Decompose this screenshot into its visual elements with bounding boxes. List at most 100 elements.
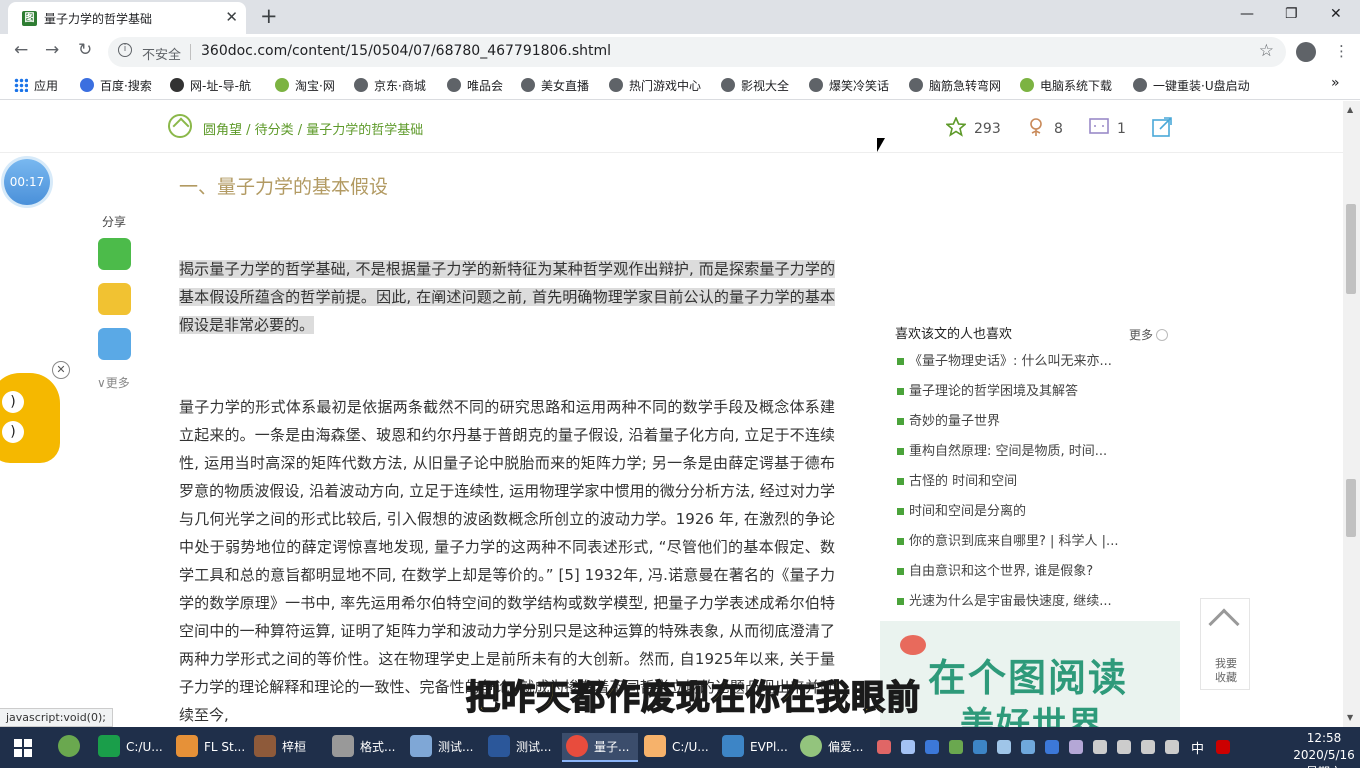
app-icon: [800, 735, 822, 757]
bookmark-reinstall[interactable]: 一键重装·U盘启动: [1133, 77, 1250, 94]
article-paragraph: 揭示量子力学的哲学基础, 不是根据量子力学的新特征为某种哲学观作出辩护, 而是探…: [179, 260, 835, 334]
taskbar-app[interactable]: 测试...: [488, 733, 551, 762]
tab-close-icon[interactable]: ✕: [225, 8, 238, 26]
qq-share-icon[interactable]: [98, 328, 131, 360]
bookmark-baidu[interactable]: 百度·搜索: [80, 77, 152, 94]
bookmark-vip[interactable]: 唯品会: [447, 77, 503, 94]
bookmark-riddles[interactable]: 脑筋急转弯网: [909, 77, 1001, 94]
taskbar-app[interactable]: FL St...: [176, 733, 245, 762]
new-tab-icon[interactable]: +: [260, 4, 278, 28]
taskbar-app-chrome[interactable]: 量子...: [562, 733, 638, 762]
network-icon[interactable]: [1141, 740, 1155, 754]
reload-icon[interactable]: ↻: [78, 40, 92, 60]
taskbar-app[interactable]: 格式...: [332, 733, 395, 762]
related-item[interactable]: 《量子物理史话》: 什么叫无来亦...: [895, 348, 1170, 378]
related-item[interactable]: 自由意识和这个世界, 谁是假象?: [895, 558, 1170, 588]
sogou-icon[interactable]: [1216, 740, 1230, 754]
tray-icon[interactable]: [1021, 740, 1035, 754]
notification-icon[interactable]: [1165, 740, 1179, 754]
related-item[interactable]: 量子理论的哲学困境及其解答: [895, 378, 1170, 408]
taskbar-app[interactable]: 测试...: [410, 733, 473, 762]
taskbar-app[interactable]: C:/U...: [644, 733, 709, 762]
profile-avatar-icon[interactable]: [1296, 42, 1316, 62]
menu-dots-icon[interactable]: ⋮: [1334, 42, 1349, 60]
bookmarks-bar: 应用 百度·搜索 网-址-导-航 淘宝·网 京东·商城 唯品会 美女直播 热门游…: [0, 70, 1360, 100]
related-item[interactable]: 你的意识到底来自哪里? | 科学人 |...: [895, 528, 1170, 558]
ime-indicator[interactable]: 中: [1191, 738, 1204, 757]
related-more-link[interactable]: 更多: [1129, 326, 1169, 343]
bookmarks-overflow-icon[interactable]: »: [1331, 75, 1340, 91]
restore-icon[interactable]: ❐: [1285, 6, 1298, 22]
ad-text: 在个图阅读: [928, 656, 1129, 700]
web-page: 圆角望 / 待分类 / 量子力学的哲学基础 293 8 1 00:17 分享 ∨…: [0, 101, 1343, 727]
globe-icon: [447, 78, 461, 92]
volume-icon[interactable]: [1093, 740, 1107, 754]
scroll-down-icon[interactable]: ▼: [1347, 713, 1353, 722]
comment-icon: [1089, 118, 1109, 134]
share-more-link[interactable]: ∨更多: [97, 374, 130, 391]
home-icon[interactable]: [168, 114, 192, 138]
bookmark-nav[interactable]: 网-址-导-航: [170, 77, 251, 94]
favorites-stat[interactable]: 293: [946, 117, 1001, 137]
page-scrollbar[interactable]: ▲ ▼: [1343, 101, 1360, 727]
apps-grid-icon: [14, 78, 28, 92]
taskbar-app[interactable]: 梓桓: [254, 733, 306, 762]
minimize-icon[interactable]: —: [1240, 6, 1254, 22]
reading-timer[interactable]: 00:17: [4, 159, 50, 205]
tray-icon[interactable]: [949, 740, 963, 754]
globe-icon: [721, 78, 735, 92]
shield-icon[interactable]: [1045, 740, 1059, 754]
mascot-widget[interactable]: ) ): [0, 373, 60, 463]
bookmark-video[interactable]: 影视大全: [721, 77, 789, 94]
breadcrumb[interactable]: 圆角望 / 待分类 / 量子力学的哲学基础: [203, 119, 423, 138]
ad-text: 美好世界: [960, 705, 1104, 727]
tray-icon[interactable]: [997, 740, 1011, 754]
taskbar-app[interactable]: 偏爱...: [800, 733, 863, 762]
globe-icon: [354, 78, 368, 92]
bookmark-taobao[interactable]: 淘宝·网: [275, 77, 335, 94]
bookmark-jokes[interactable]: 爆笑冷笑话: [809, 77, 889, 94]
scroll-up-icon[interactable]: ▲: [1347, 105, 1353, 114]
comments-stat[interactable]: 1: [1089, 117, 1126, 137]
back-icon[interactable]: ←: [14, 40, 28, 60]
taskbar-settings-icon[interactable]: [58, 733, 86, 762]
tray-icon[interactable]: [925, 740, 939, 754]
share-out-icon[interactable]: [1152, 117, 1180, 137]
tray-icon[interactable]: [1069, 740, 1083, 754]
bookmark-games[interactable]: 热门游戏中心: [609, 77, 701, 94]
tray-icon[interactable]: [973, 740, 987, 754]
related-item[interactable]: 古怪的 时间和空间: [895, 468, 1170, 498]
bookmark-system[interactable]: 电脑系统下载: [1020, 77, 1112, 94]
mascot-close-icon[interactable]: ✕: [52, 361, 70, 379]
insecure-label: 不安全: [142, 48, 182, 63]
flowers-stat[interactable]: 8: [1026, 117, 1063, 137]
windows-start-icon[interactable]: [14, 739, 32, 757]
info-icon[interactable]: i: [118, 43, 132, 57]
favorite-share-icon[interactable]: [98, 283, 131, 315]
tray-icon[interactable]: [877, 740, 891, 754]
system-clock[interactable]: 12:58 2020/5/16 星期六: [1290, 730, 1358, 781]
address-bar[interactable]: i 不安全 360doc.com/content/15/0504/07/6878…: [108, 37, 1286, 67]
browser-tab[interactable]: 图 量子力学的哲学基础 ✕: [8, 2, 246, 34]
related-item[interactable]: 重构自然原理: 空间是物质, 时间...: [895, 438, 1170, 468]
related-item[interactable]: 时间和空间是分离的: [895, 498, 1170, 528]
battery-icon[interactable]: [1117, 740, 1131, 754]
back-to-top-button[interactable]: 我要 收藏: [1200, 598, 1250, 690]
ad-banner[interactable]: 在个图阅读 美好世界: [880, 621, 1180, 727]
forward-icon[interactable]: →: [45, 40, 59, 60]
bookmark-jd[interactable]: 京东·商城: [354, 77, 426, 94]
wechat-share-icon[interactable]: [98, 238, 131, 270]
taskbar-app[interactable]: EVPl...: [722, 733, 788, 762]
bookmark-star-icon[interactable]: ☆: [1259, 41, 1274, 61]
globe-icon: [909, 78, 923, 92]
tray-icon[interactable]: [901, 740, 915, 754]
url-text[interactable]: 360doc.com/content/15/0504/07/68780_4677…: [201, 43, 611, 59]
mascot-eye-icon: ): [2, 391, 24, 413]
related-item[interactable]: 奇妙的量子世界: [895, 408, 1170, 438]
close-window-icon[interactable]: ✕: [1330, 6, 1342, 22]
taskbar-app[interactable]: C:/U...: [98, 733, 163, 762]
scrollbar-thumb[interactable]: [1346, 204, 1356, 294]
bookmark-live[interactable]: 美女直播: [521, 77, 589, 94]
bookmark-apps[interactable]: 应用: [14, 77, 58, 94]
related-item[interactable]: 光速为什么是宇宙最快速度, 继续...: [895, 588, 1170, 618]
